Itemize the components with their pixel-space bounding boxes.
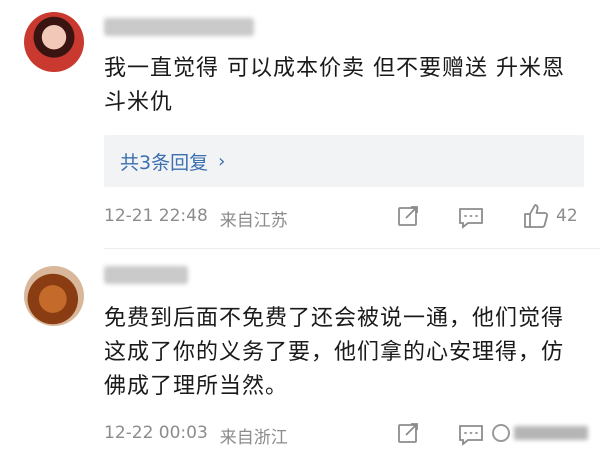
comment-text: 免费到后面不免费了还会被说一通，他们觉得这成了你的义务了要，他们拿的心安理得，仿…	[104, 306, 565, 399]
share-icon[interactable]	[396, 421, 420, 449]
chevron-right-icon: ›	[218, 150, 226, 172]
comment-icon[interactable]	[458, 206, 484, 234]
like-count: 42	[556, 206, 578, 226]
watermark	[492, 421, 592, 445]
thumbs-up-icon[interactable]	[522, 202, 550, 234]
location: 来自江苏	[219, 211, 288, 231]
avatar[interactable]	[24, 12, 84, 72]
username-blurred[interactable]	[104, 18, 254, 36]
view-replies-link[interactable]: 共3条回复 ›	[120, 148, 225, 175]
location: 来自浙江	[219, 428, 288, 448]
comment-meta: 12-22 00:03 来自浙江	[104, 423, 288, 448]
watermark-text-blurred	[514, 426, 588, 440]
divider	[104, 248, 600, 249]
timestamp: 12-21 22:48	[104, 206, 208, 226]
comment-text: 我一直觉得 可以成本价卖 但不要赠送 升米恩 斗米仇	[104, 56, 565, 115]
avatar[interactable]	[24, 266, 84, 326]
comment-icon[interactable]	[458, 423, 484, 451]
comment-meta: 12-21 22:48 来自江苏	[104, 206, 288, 231]
comment-item: 我一直觉得 可以成本价卖 但不要赠送 升米恩 斗米仇 共3条回复 › 12-21…	[0, 0, 600, 248]
watermark-logo-icon	[492, 424, 510, 442]
timestamp: 12-22 00:03	[104, 423, 208, 443]
share-icon[interactable]	[396, 204, 420, 232]
replies-box[interactable]: 共3条回复 ›	[104, 135, 584, 187]
username-blurred[interactable]	[104, 266, 188, 284]
replies-count-label: 共3条回复	[120, 151, 209, 174]
